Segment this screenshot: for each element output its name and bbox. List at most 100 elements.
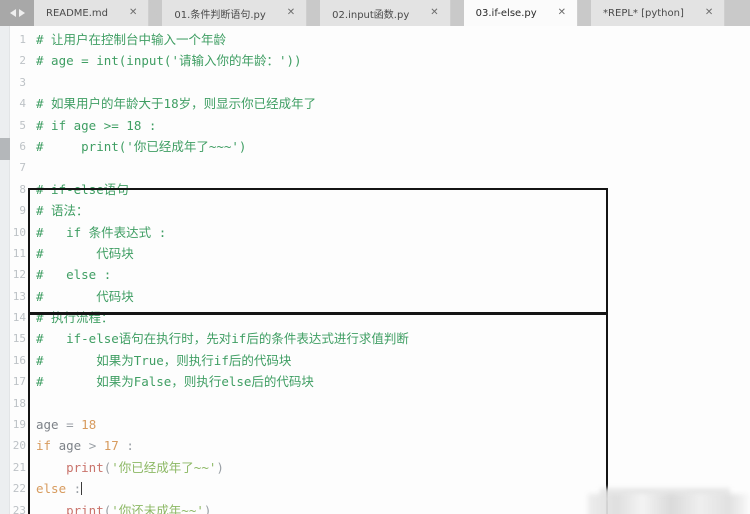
code-line[interactable]: 17 # 如果为False，则执行else后的代码块 (10, 371, 750, 392)
line-number: 11 (12, 246, 26, 260)
line-number: 18 (12, 396, 26, 410)
tab-item[interactable]: *REPL* [python] ✕ (591, 0, 726, 26)
code-token: # 如果为False，则执行else后的代码块 (36, 374, 314, 390)
line-number: 2 (19, 54, 26, 68)
line-number: 17 (12, 375, 26, 389)
tab-item[interactable]: 02.input函数.py ✕ (320, 0, 451, 26)
code-line-text[interactable]: age = 18 (36, 414, 750, 435)
line-number: 8 (19, 182, 26, 196)
triangle-right-icon[interactable] (18, 9, 25, 17)
code-line-text[interactable]: if age > 17 : (36, 435, 750, 456)
code-token: # if age >= 18 : (36, 117, 157, 133)
tab-separator-wedge (307, 0, 321, 17)
code-token: # 代码块 (36, 245, 134, 261)
code-token: # 让用户在控制台中输入一个年龄 (36, 32, 227, 47)
close-icon[interactable]: ✕ (124, 8, 142, 18)
code-line-text[interactable]: # 如果为False，则执行else后的代码块 (36, 371, 750, 392)
code-token: age (36, 417, 67, 433)
code-line[interactable]: 23 print('你还未成年~~') (10, 500, 750, 514)
code-token: # 执行流程： (36, 310, 114, 326)
code-line[interactable]: 5 # if age >= 18 : (10, 115, 750, 136)
code-token: print (66, 459, 104, 475)
code-line-text[interactable]: # 如果为True，则执行if后的代码块 (36, 350, 750, 371)
code-content[interactable]: 1 # 让用户在控制台中输入一个年龄 2 # age = int(input('请输入… (10, 29, 750, 514)
code-line[interactable]: 22 else : (10, 478, 750, 499)
code-line-text[interactable]: # 语法： (36, 200, 750, 221)
code-editor[interactable]: 1 # 让用户在控制台中输入一个年龄 2 # age = int(input('请输入… (0, 26, 750, 514)
code-line[interactable]: 16 # 如果为True，则执行if后的代码块 (10, 350, 750, 371)
code-token: # print('你已经成年了~~~') (36, 138, 247, 154)
tab-item[interactable]: 01.条件判断语句.py ✕ (162, 0, 308, 26)
tab-label: *REPL* [python] (603, 7, 684, 19)
code-line-text[interactable]: # 如果用户的年龄大于18岁，则显示你已经成年了 (36, 93, 750, 114)
tab-active[interactable]: 03.if-else.py ✕ (463, 0, 579, 26)
code-line[interactable]: 19 age = 18 (10, 414, 750, 435)
tab-item[interactable]: README.md ✕ (34, 0, 150, 26)
code-line[interactable]: 9 # 语法： (10, 200, 750, 221)
code-token: # if 条件表达式 : (36, 224, 167, 240)
code-token: # if-else语句 (36, 181, 129, 197)
code-line-text[interactable]: # if-else语句 (36, 179, 750, 200)
code-token: : (73, 481, 82, 497)
code-token: # age = int(input('请输入你的年龄：')) (36, 53, 302, 69)
code-line-text[interactable]: # else : (36, 264, 750, 285)
code-line[interactable]: 12 # else : (10, 264, 750, 285)
code-line[interactable]: 1 # 让用户在控制台中输入一个年龄 (10, 29, 750, 50)
line-number: 13 (12, 289, 26, 303)
code-line[interactable]: 4 # 如果用户的年龄大于18岁，则显示你已经成年了 (10, 93, 750, 114)
editor-window: README.md ✕ 01.条件判断语句.py ✕ 02.input函数.py ✕ 03.… (0, 0, 750, 514)
code-token: '你还未成年~~' (111, 502, 204, 514)
tab-nav-arrows[interactable] (0, 0, 34, 26)
line-number: 22 (12, 482, 26, 496)
line-number: 9 (19, 204, 26, 218)
editor-scrollbar[interactable] (0, 26, 10, 514)
line-number: 16 (12, 353, 26, 367)
close-icon[interactable]: ✕ (553, 8, 571, 18)
close-icon[interactable]: ✕ (700, 8, 718, 18)
line-number: 19 (12, 418, 26, 432)
tab-separator-wedge (149, 0, 163, 17)
code-line[interactable]: 3 (10, 72, 750, 93)
triangle-left-icon[interactable] (9, 9, 16, 17)
code-line-text[interactable]: print('你还未成年~~') (36, 500, 750, 514)
code-line[interactable]: 18 (10, 393, 750, 414)
code-line-text[interactable]: else : (36, 478, 750, 499)
code-token: print (66, 502, 104, 514)
code-line-text[interactable]: # if age >= 18 : (36, 115, 750, 136)
code-line-text[interactable]: # 执行流程： (36, 307, 750, 328)
code-token: = (66, 417, 82, 433)
code-line[interactable]: 7 (10, 157, 750, 178)
code-token: # 如果为True，则执行if后的代码块 (36, 352, 292, 368)
code-line[interactable]: 10 # if 条件表达式 : (10, 222, 750, 243)
code-line[interactable]: 20 if age > 17 : (10, 435, 750, 456)
tab-separator-wedge (578, 0, 592, 17)
code-line-text[interactable]: # print('你已经成年了~~~') (36, 136, 750, 157)
code-line-text[interactable]: # 代码块 (36, 286, 750, 307)
code-token: ) (203, 502, 212, 514)
line-number: 3 (19, 75, 26, 89)
code-line[interactable]: 6 # print('你已经成年了~~~') (10, 136, 750, 157)
code-line[interactable]: 8 # if-else语句 (10, 179, 750, 200)
code-line[interactable]: 14 # 执行流程： (10, 307, 750, 328)
code-line-text[interactable]: # if 条件表达式 : (36, 222, 750, 243)
code-line-text[interactable]: # if-else语句在执行时，先对if后的条件表达式进行求值判断 (36, 328, 750, 349)
code-line-text[interactable]: # 让用户在控制台中输入一个年龄 (36, 29, 750, 50)
close-icon[interactable]: ✕ (425, 8, 443, 18)
line-number: 12 (12, 268, 26, 282)
code-line-text[interactable]: # age = int(input('请输入你的年龄：')) (36, 50, 750, 71)
line-number: 23 (12, 503, 26, 514)
scrollbar-thumb[interactable] (0, 138, 10, 160)
code-line-text[interactable]: # 代码块 (36, 243, 750, 264)
code-line[interactable]: 15 # if-else语句在执行时，先对if后的条件表达式进行求值判断 (10, 328, 750, 349)
code-line[interactable]: 13 # 代码块 (10, 286, 750, 307)
code-line[interactable]: 11 # 代码块 (10, 243, 750, 264)
code-token: # 如果用户的年龄大于18岁，则显示你已经成年了 (36, 96, 317, 112)
code-line-text[interactable]: print('你已经成年了~~') (36, 457, 750, 478)
code-line[interactable]: 2 # age = int(input('请输入你的年龄：')) (10, 50, 750, 71)
close-icon[interactable]: ✕ (282, 8, 300, 18)
code-line[interactable]: 21 print('你已经成年了~~') (10, 457, 750, 478)
code-token: # if-else语句在执行时，先对if后的条件表达式进行求值判断 (36, 331, 409, 347)
tab-bar: README.md ✕ 01.条件判断语句.py ✕ 02.input函数.py ✕ 03.… (0, 0, 750, 26)
code-token: 17 (103, 438, 119, 454)
